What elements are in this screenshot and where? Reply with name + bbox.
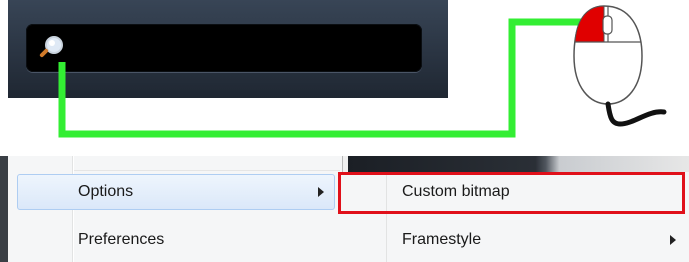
menu-separator	[74, 170, 340, 171]
search-panel	[8, 0, 448, 98]
highlight-box	[338, 172, 685, 214]
menu-item-framestyle[interactable]: Framestyle	[342, 222, 689, 258]
menu-item-label: Preferences	[78, 231, 165, 248]
window-edge	[0, 156, 8, 262]
mouse-icon	[573, 5, 667, 127]
menu-item-label: Options	[78, 183, 134, 200]
search-input[interactable]	[26, 24, 422, 72]
window-background	[348, 156, 689, 172]
menu-item-preferences[interactable]: Preferences	[8, 222, 340, 258]
menu-item-label: Framestyle	[402, 231, 482, 248]
submenu-arrow-icon	[318, 187, 324, 197]
submenu-arrow-icon	[670, 235, 676, 245]
magnifier-icon	[39, 36, 63, 58]
menu-item-options[interactable]: Options	[17, 174, 335, 210]
context-menu: Options Preferences	[8, 156, 343, 262]
